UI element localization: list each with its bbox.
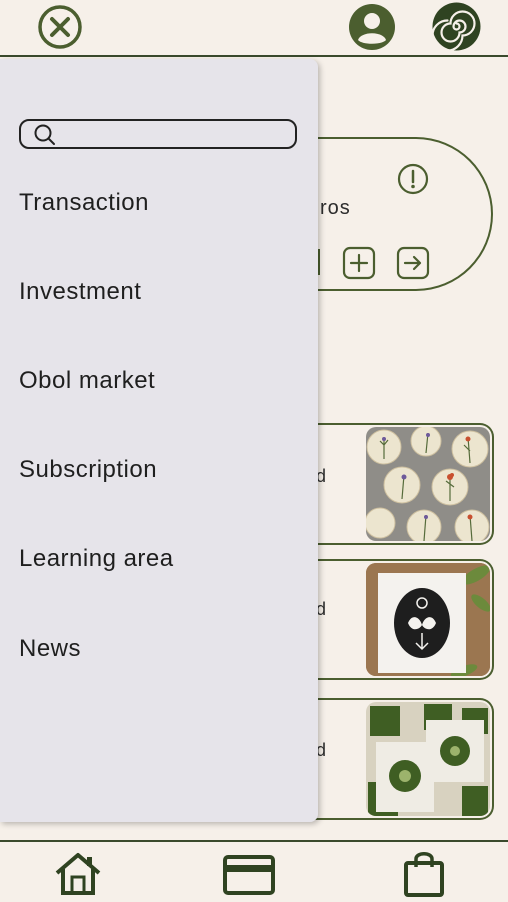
balance-text: ros	[320, 197, 351, 219]
close-circle-icon[interactable]	[37, 4, 83, 50]
bottom-nav	[0, 840, 508, 902]
search-icon	[34, 124, 55, 145]
arrow-right-icon[interactable]	[396, 246, 430, 280]
menu-item-obol-market[interactable]: Obol market	[19, 367, 155, 395]
menu-item-transaction[interactable]: Transaction	[19, 189, 149, 217]
home-icon[interactable]	[53, 851, 103, 897]
menu-item-news[interactable]: News	[19, 635, 81, 663]
market-card-image	[366, 563, 490, 676]
market-card-image	[366, 702, 490, 816]
top-bar	[0, 0, 508, 57]
alert-icon[interactable]	[397, 163, 429, 195]
spiral-logo-icon[interactable]	[432, 2, 481, 51]
search-input[interactable]	[63, 123, 292, 147]
card-icon[interactable]	[223, 855, 275, 895]
shopping-bag-icon[interactable]	[403, 849, 445, 897]
search-field[interactable]	[19, 119, 297, 149]
menu-item-learning-area[interactable]: Learning area	[19, 545, 174, 573]
plus-icon[interactable]	[342, 246, 376, 280]
account-circle-icon[interactable]	[348, 3, 396, 51]
navigation-drawer: Transaction Investment Obol market Subsc…	[0, 59, 318, 822]
menu-item-investment[interactable]: Investment	[19, 278, 141, 306]
market-card-image	[366, 427, 490, 541]
menu-item-subscription[interactable]: Subscription	[19, 456, 157, 484]
